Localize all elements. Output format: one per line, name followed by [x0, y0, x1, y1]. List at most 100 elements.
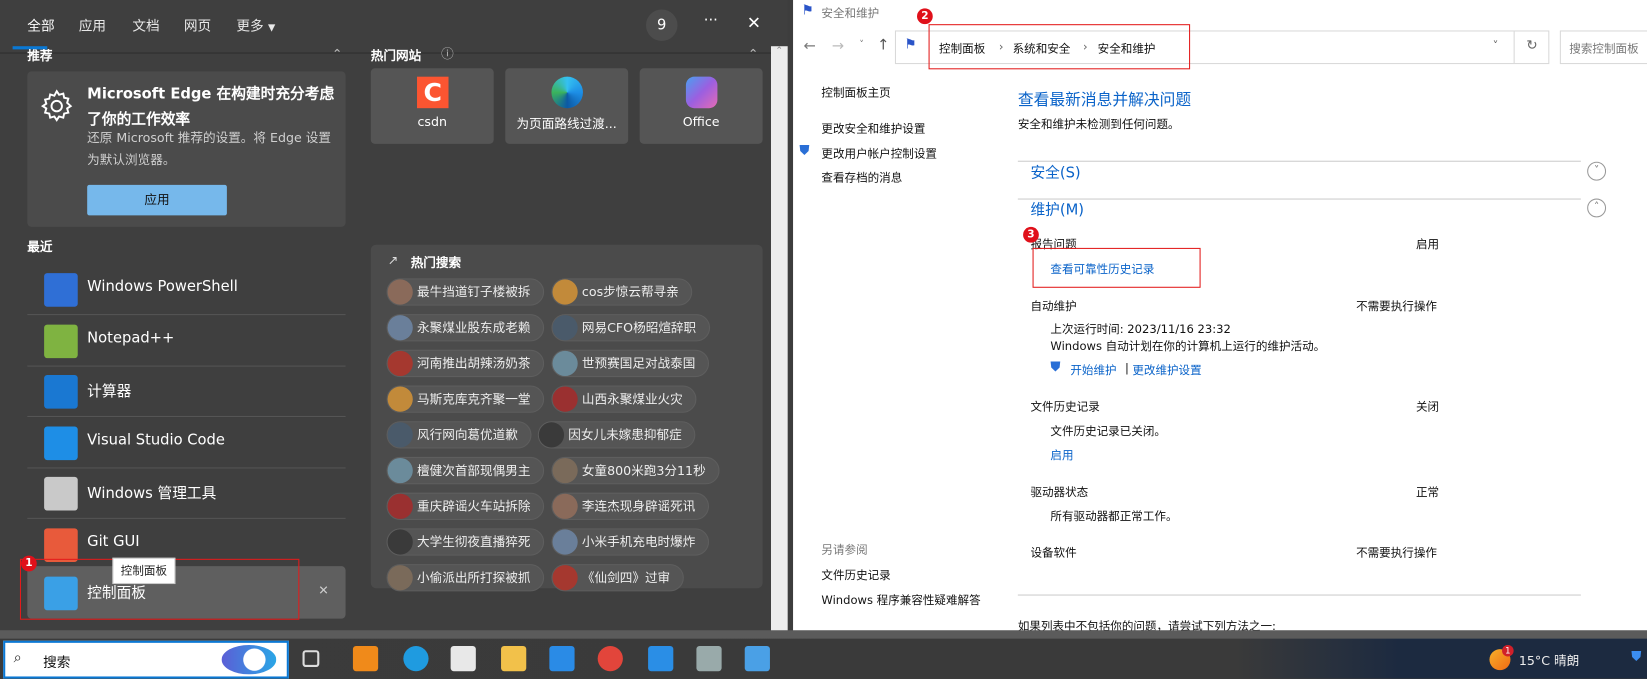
more-options-button[interactable]: ··· [704, 13, 718, 30]
remove-item-icon[interactable]: ✕ [318, 583, 329, 598]
start-maintenance-link[interactable]: 开始维护 [1070, 361, 1116, 378]
flag-icon: ⚑ [904, 36, 917, 53]
recommendation-card: Microsoft Edge 在构建时充分考虑了你的工作效率 还原 Micros… [27, 71, 346, 227]
collapse-recommend-icon[interactable]: ⌃ [332, 46, 343, 61]
security-section-toggle[interactable]: 安全(S) [1030, 162, 1080, 183]
change-maintenance-settings-link[interactable]: 更改维护设置 [1132, 361, 1201, 378]
hot-search-chip[interactable]: 小偷派出所打探被抓 [386, 564, 545, 592]
security-shield-icon[interactable]: ⛊ [1631, 649, 1641, 665]
scrollbar[interactable]: ⌃ ⌄ [770, 46, 788, 639]
collapse-top-sites-icon[interactable]: ⌃ [748, 46, 759, 61]
taskbar-search-box[interactable]: ⌕ 搜索 [3, 640, 289, 679]
hot-search-chip[interactable]: 风行网向葛优道歉 [386, 421, 532, 449]
hot-search-chip[interactable]: 大学生彻夜直播猝死 [386, 528, 545, 556]
tab-apps[interactable]: 应用 [79, 15, 106, 35]
task-view-icon[interactable] [302, 650, 320, 668]
drive-status-value: 正常 [1415, 485, 1440, 499]
sidebar-item-home[interactable]: 控制面板主页 [821, 84, 890, 101]
forward-button[interactable]: → [832, 38, 844, 55]
vscode-icon[interactable] [648, 645, 674, 672]
hot-search-chip[interactable]: 最牛挡道钉子楼被拆 [386, 278, 545, 306]
tab-all[interactable]: 全部 [27, 15, 54, 35]
top-site-edge[interactable]: 为页面路线过渡... [505, 68, 629, 144]
recent-item[interactable]: 计算器 [27, 364, 346, 418]
top-site-office[interactable]: Office [639, 68, 763, 144]
divider [1017, 160, 1581, 162]
hot-search-chip[interactable]: 《仙剑四》过审 [551, 564, 684, 592]
sidebar-item-archived[interactable]: 查看存档的消息 [821, 169, 902, 186]
hot-search-chip[interactable]: 女童800米跑3分11秒 [551, 456, 720, 485]
bing-chat-icon[interactable] [221, 644, 277, 675]
thumbnail-image [387, 350, 413, 377]
top-site-csdn[interactable]: C csdn [370, 68, 494, 144]
recent-item[interactable]: Windows PowerShell [27, 263, 346, 316]
top-site-label: Office [682, 114, 720, 130]
recent-locations-icon[interactable]: ˅ [859, 40, 864, 51]
hot-search-chip[interactable]: 河南推出胡辣汤奶茶 [386, 349, 545, 378]
see-also-compat-troubleshooter[interactable]: Windows 程序兼容性疑难解答 [821, 591, 980, 608]
thumbnail-image [387, 422, 413, 448]
recent-item[interactable]: Windows 管理工具 [27, 466, 346, 519]
recent-item-label: 计算器 [87, 383, 132, 401]
control-panel-icon[interactable] [744, 645, 770, 672]
printer-icon[interactable] [696, 645, 722, 672]
edge-icon[interactable] [403, 645, 429, 672]
tab-web[interactable]: 网页 [184, 15, 211, 35]
hot-search-text: cos步惊云帮寻亲 [581, 284, 679, 300]
hot-search-chip[interactable]: 世预赛国足对战泰国 [551, 349, 710, 378]
maintenance-section-toggle[interactable]: 维护(M) [1030, 199, 1084, 220]
store-icon[interactable] [450, 645, 476, 672]
collapse-chevron-icon[interactable]: ˄ [1587, 198, 1607, 218]
hot-search-chip[interactable]: cos步惊云帮寻亲 [551, 278, 693, 306]
hot-search-card: ↗ 热门搜索 最牛挡道钉子楼被拆 cos步惊云帮寻亲 永聚煤业股东成老赖 网易CFO杨… [370, 244, 763, 592]
search-input[interactable]: 搜索控制面板 [1559, 30, 1647, 65]
recent-item[interactable]: Visual Studio Code [27, 415, 346, 468]
link-separator: | [1124, 361, 1129, 375]
hot-search-chip[interactable]: 网易CFO杨昭煊辞职 [551, 314, 710, 342]
hot-search-text: 小米手机充电时爆炸 [581, 534, 696, 550]
chrome-icon[interactable] [597, 645, 623, 672]
info-icon[interactable]: ⓘ [441, 44, 454, 62]
refresh-icon[interactable]: ↻ [1526, 38, 1537, 54]
close-button[interactable]: ✕ [747, 13, 761, 33]
mail-icon[interactable] [549, 645, 575, 672]
hot-search-chip[interactable]: 因女儿未嫁患抑郁症 [537, 421, 696, 449]
weather-text[interactable]: 15°C 晴朗 [1519, 651, 1579, 669]
sidebar-item-uac[interactable]: 更改用户帐户控制设置 [821, 145, 937, 162]
scroll-up-icon[interactable]: ⌃ [775, 46, 783, 57]
device-software-label: 设备软件 [1030, 546, 1077, 560]
page-heading: 查看最新消息并解决问题 [1017, 90, 1192, 110]
everything-search-icon[interactable] [352, 645, 379, 672]
expand-chevron-icon[interactable]: ˅ [1587, 161, 1607, 181]
sidebar-item-change-settings[interactable]: 更改安全和维护设置 [821, 120, 925, 137]
auto-maintenance-description: Windows 自动计划在你的计算机上运行的维护活动。 [1050, 339, 1326, 353]
tab-more[interactable]: 更多 ▼ [236, 15, 275, 35]
address-dropdown-icon[interactable]: ˅ [1493, 39, 1499, 53]
see-also-file-history[interactable]: 文件历史记录 [821, 566, 890, 583]
recommendation-description: 还原 Microsoft 推荐的设置。将 Edge 设置为默认浏览器。 [87, 130, 331, 168]
hot-search-chip[interactable]: 山西永聚煤业火灾 [551, 385, 697, 413]
file-explorer-icon[interactable] [501, 645, 527, 672]
top-site-label: csdn [417, 114, 447, 130]
uac-shield-icon: ⛊ [799, 142, 810, 159]
up-button[interactable]: ↑ [877, 37, 889, 54]
back-button[interactable]: ← [804, 38, 816, 55]
tab-documents[interactable]: 文档 [132, 15, 159, 35]
hot-search-text: 永聚煤业股东成老赖 [417, 320, 531, 336]
hot-search-text: 山西永聚煤业火灾 [581, 391, 683, 407]
apply-button[interactable]: 应用 [87, 184, 227, 216]
recent-item[interactable]: Notepad++ [27, 314, 346, 367]
rewards-badge[interactable]: 9 [645, 9, 678, 41]
enable-file-history-link[interactable]: 启用 [1050, 446, 1073, 463]
hot-search-chip[interactable]: 李连杰现身辟谣死讯 [551, 492, 710, 520]
hot-search-text: 女童800米跑3分11秒 [581, 463, 706, 478]
hot-search-chip[interactable]: 马斯克库克齐聚一堂 [386, 385, 545, 413]
hot-search-chip[interactable]: 重庆辟谣火车站拆除 [386, 492, 545, 520]
divider [1513, 31, 1515, 64]
hot-search-chip[interactable]: 檀健次首部现偶男主 [386, 456, 545, 485]
hot-search-text: 马斯克库克齐聚一堂 [417, 391, 531, 407]
hot-search-chip[interactable]: 小米手机充电时爆炸 [551, 528, 710, 556]
thumbnail-image [552, 529, 578, 555]
hot-search-chip[interactable]: 永聚煤业股东成老赖 [386, 314, 545, 342]
thumbnail-image [387, 493, 413, 519]
